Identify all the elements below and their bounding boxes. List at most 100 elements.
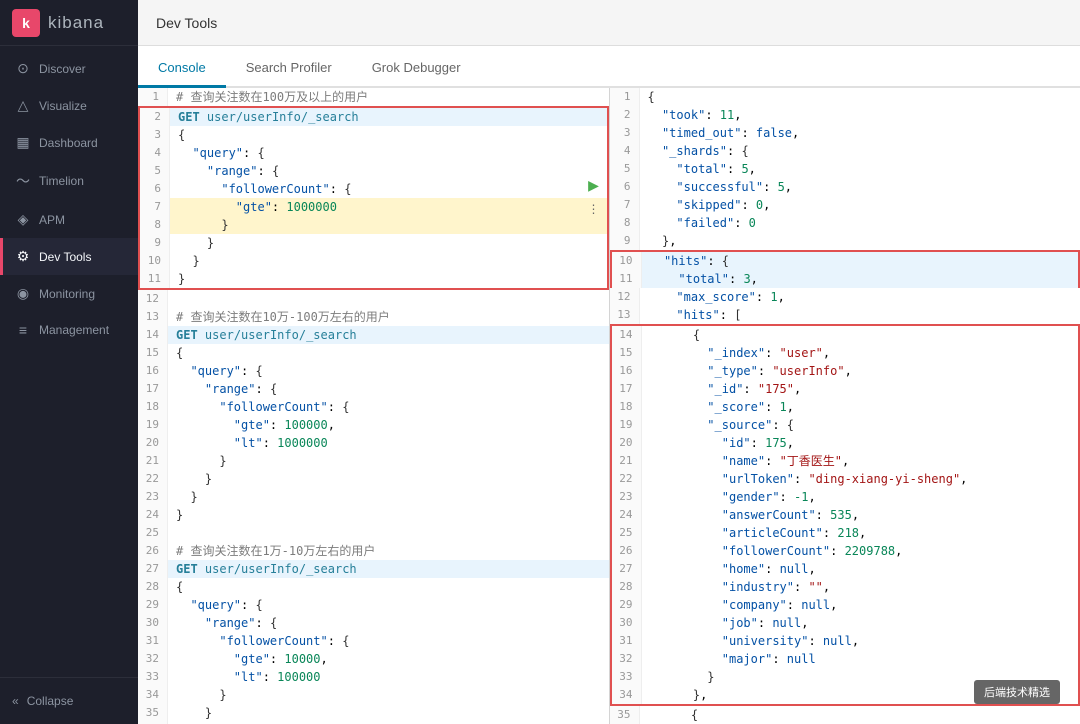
result-line: 24 "answerCount": 535, xyxy=(610,506,1080,524)
code-line: 23 } xyxy=(138,488,609,506)
timelion-icon: 〜 xyxy=(15,171,31,191)
sidebar-item-discover[interactable]: ⊙ Discover xyxy=(0,50,138,87)
result-line: 12 "max_score": 1, xyxy=(610,288,1080,306)
sidebar-item-timelion[interactable]: 〜 Timelion xyxy=(0,161,138,201)
code-line: 2 GET user/userInfo/_search xyxy=(138,106,609,126)
code-line: 15 { xyxy=(138,344,609,362)
visualize-icon: △ xyxy=(15,97,31,114)
code-line: 30 "range": { xyxy=(138,614,609,632)
sidebar-item-label: Timelion xyxy=(39,174,84,188)
logo-icon: k xyxy=(12,9,40,37)
result-line: 2 "took": 11, xyxy=(610,106,1080,124)
result-line: 3 "timed_out": false, xyxy=(610,124,1080,142)
result-line: 1 { xyxy=(610,88,1080,106)
result-line: 20 "id": 175, xyxy=(610,434,1080,452)
result-line: 27 "home": null, xyxy=(610,560,1080,578)
page-title: Dev Tools xyxy=(154,15,217,31)
code-line: 22 } xyxy=(138,470,609,488)
result-line: 34 }, xyxy=(610,686,1080,706)
code-line: 27 GET user/userInfo/_search xyxy=(138,560,609,578)
code-line: 21 } xyxy=(138,452,609,470)
sidebar-item-label: APM xyxy=(39,213,65,227)
sidebar-item-label: Management xyxy=(39,323,109,337)
result-line: 19 "_source": { xyxy=(610,416,1080,434)
code-line: 11 } xyxy=(138,270,609,290)
sidebar-item-monitoring[interactable]: ◉ Monitoring xyxy=(0,275,138,312)
sidebar-item-label: Visualize xyxy=(39,99,87,113)
code-line: 33 "lt": 100000 xyxy=(138,668,609,686)
result-line: 26 "followerCount": 2209788, xyxy=(610,542,1080,560)
sidebar-item-dashboard[interactable]: ▦ Dashboard xyxy=(0,124,138,161)
sidebar-item-label: Dashboard xyxy=(39,136,98,150)
sidebar: k kibana ⊙ Discover △ Visualize ▦ Dashbo… xyxy=(0,0,138,724)
code-line: 6 "followerCount": { xyxy=(138,180,609,198)
result-line: 25 "articleCount": 218, xyxy=(610,524,1080,542)
tools-button[interactable]: ⋮ xyxy=(583,198,605,220)
collapse-button[interactable]: « Collapse xyxy=(12,688,126,714)
result-line: 23 "gender": -1, xyxy=(610,488,1080,506)
apm-icon: ◈ xyxy=(15,211,31,228)
result-line: 31 "university": null, xyxy=(610,632,1080,650)
monitoring-icon: ◉ xyxy=(15,285,31,302)
code-line: 29 "query": { xyxy=(138,596,609,614)
result-line: 35 { xyxy=(610,706,1080,724)
sidebar-item-visualize[interactable]: △ Visualize xyxy=(0,87,138,124)
editor-area: ▶ ⋮ 1 # 查询关注数在100万及以上的用户 2 GET user/user… xyxy=(138,88,1080,724)
sidebar-item-devtools[interactable]: ⚙ Dev Tools xyxy=(0,238,138,275)
collapse-label: Collapse xyxy=(27,694,74,708)
result-line: 29 "company": null, xyxy=(610,596,1080,614)
result-line: 21 "name": "丁香医生", xyxy=(610,452,1080,470)
sidebar-item-label: Dev Tools xyxy=(39,250,91,264)
nav-items: ⊙ Discover △ Visualize ▦ Dashboard 〜 Tim… xyxy=(0,46,138,677)
code-line: 5 "range": { xyxy=(138,162,609,180)
result-line: 5 "total": 5, xyxy=(610,160,1080,178)
tab-search-profiler[interactable]: Search Profiler xyxy=(226,50,352,88)
result-line: 22 "urlToken": "ding-xiang-yi-sheng", xyxy=(610,470,1080,488)
right-panel: 1 { 2 "took": 11, 3 "timed_out": false, … xyxy=(610,88,1080,724)
result-line: 7 "skipped": 0, xyxy=(610,196,1080,214)
code-line: 3 { xyxy=(138,126,609,144)
logo: k kibana xyxy=(0,0,138,46)
code-line: 7 "gte": 1000000 xyxy=(138,198,609,216)
code-line: 28 { xyxy=(138,578,609,596)
tab-console[interactable]: Console xyxy=(138,50,226,88)
code-line: 35 } xyxy=(138,704,609,722)
devtools-icon: ⚙ xyxy=(15,248,31,265)
code-line: 31 "followerCount": { xyxy=(138,632,609,650)
code-line: 26 # 查询关注数在1万-10万左右的用户 xyxy=(138,542,609,560)
main-content: Dev Tools Console Search Profiler Grok D… xyxy=(138,0,1080,724)
result-line: 17 "_id": "175", xyxy=(610,380,1080,398)
result-line: 8 "failed": 0 xyxy=(610,214,1080,232)
code-line: 1 # 查询关注数在100万及以上的用户 xyxy=(138,88,609,106)
code-line: 24 } xyxy=(138,506,609,524)
result-line: 6 "successful": 5, xyxy=(610,178,1080,196)
run-button[interactable]: ▶ xyxy=(583,174,605,196)
result-line: 28 "industry": "", xyxy=(610,578,1080,596)
code-line: 32 "gte": 10000, xyxy=(138,650,609,668)
left-panel[interactable]: ▶ ⋮ 1 # 查询关注数在100万及以上的用户 2 GET user/user… xyxy=(138,88,610,724)
result-line: 4 "_shards": { xyxy=(610,142,1080,160)
sidebar-item-management[interactable]: ≡ Management xyxy=(0,312,138,348)
management-icon: ≡ xyxy=(15,322,31,338)
result-line: 16 "_type": "userInfo", xyxy=(610,362,1080,380)
code-line: 19 "gte": 100000, xyxy=(138,416,609,434)
topbar: Dev Tools xyxy=(138,0,1080,46)
code-line: 34 } xyxy=(138,686,609,704)
result-line: 33 } xyxy=(610,668,1080,686)
code-line: 14 GET user/userInfo/_search xyxy=(138,326,609,344)
code-line: 17 "range": { xyxy=(138,380,609,398)
result-line: 11 "total": 3, xyxy=(610,270,1080,288)
result-line: 9 }, xyxy=(610,232,1080,250)
sidebar-item-apm[interactable]: ◈ APM xyxy=(0,201,138,238)
code-line: 13 # 查询关注数在10万-100万左右的用户 xyxy=(138,308,609,326)
run-button-area: ▶ ⋮ xyxy=(583,174,605,220)
code-line: 12 xyxy=(138,290,609,308)
code-line: 16 "query": { xyxy=(138,362,609,380)
code-line: 10 } xyxy=(138,252,609,270)
result-line: 10 "hits": { xyxy=(610,250,1080,270)
result-line: 32 "major": null xyxy=(610,650,1080,668)
tab-grok-debugger[interactable]: Grok Debugger xyxy=(352,50,481,88)
discover-icon: ⊙ xyxy=(15,60,31,77)
collapse-icon: « xyxy=(12,694,19,708)
result-line: 15 "_index": "user", xyxy=(610,344,1080,362)
